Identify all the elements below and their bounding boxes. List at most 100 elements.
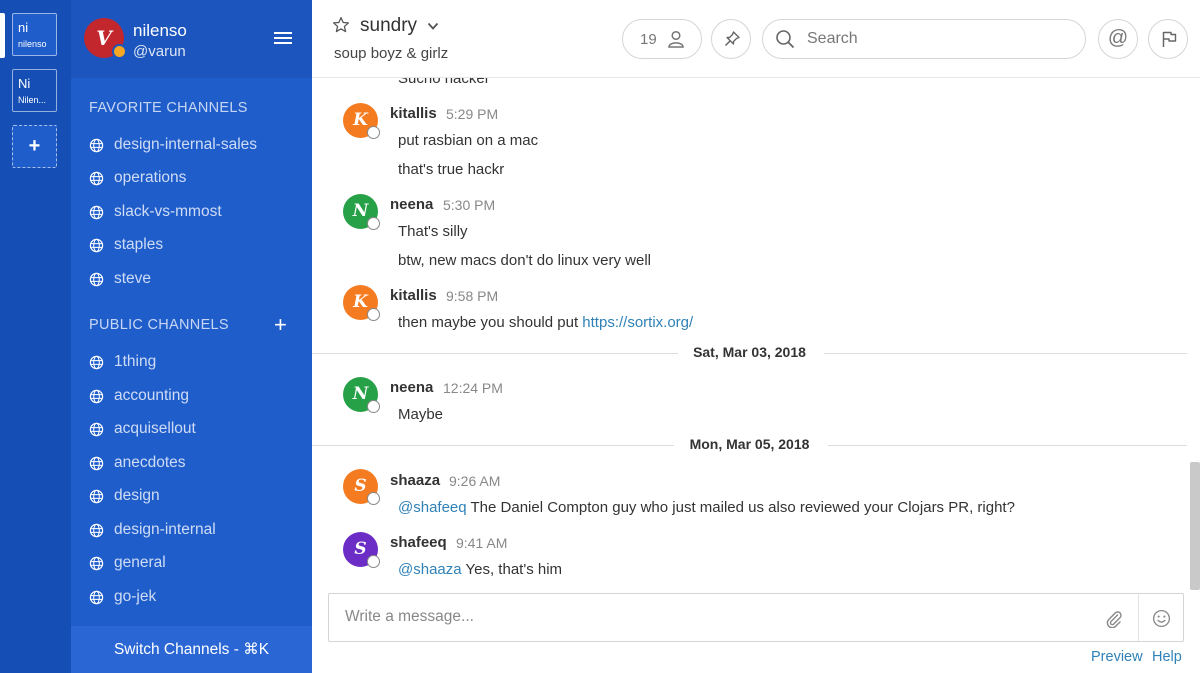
channel-label: staples: [114, 236, 164, 253]
globe-icon: [89, 489, 104, 503]
post-username[interactable]: neena: [390, 196, 433, 213]
channel-label: design: [114, 487, 160, 504]
member-icon: [668, 30, 684, 48]
post-time[interactable]: 5:29 PM: [446, 106, 498, 122]
channel-label: design-internal-sales: [114, 136, 258, 153]
offline-status-icon: [367, 217, 380, 230]
composer-divider: [1138, 594, 1139, 641]
channel-header: sundry soup boyz & girlz 19 @: [312, 0, 1200, 78]
member-count: 19: [640, 31, 657, 48]
post-time[interactable]: 9:41 AM: [456, 535, 507, 551]
globe-icon: [89, 171, 104, 185]
sidebar-item-accounting[interactable]: accounting: [89, 384, 299, 408]
globe-icon: [89, 422, 104, 436]
team-sidebar: ni nilenso Ni Nilen... +: [0, 0, 71, 673]
globe-icon: [89, 205, 104, 219]
post-username[interactable]: neena: [390, 379, 433, 396]
message-text: That's silly: [398, 223, 468, 240]
offline-status-icon: [367, 308, 380, 321]
post-time[interactable]: 12:24 PM: [443, 380, 503, 396]
message-text: Sucho hacker: [398, 78, 490, 87]
sidebar-item-design[interactable]: design: [89, 484, 299, 508]
sidebar-item-general[interactable]: general: [89, 551, 299, 575]
channel-label: slack-vs-mmost: [114, 203, 222, 220]
message-text: put rasbian on a mac: [398, 132, 539, 149]
date-separator: Mon, Mar 05, 2018: [312, 435, 1187, 455]
user-mention[interactable]: @shafeeq: [398, 499, 467, 516]
team-label: nilenso: [18, 39, 47, 49]
user-mention[interactable]: @shaaza: [398, 561, 462, 578]
message-composer: [328, 593, 1184, 642]
favorite-channels-heading: FAVORITE CHANNELS: [89, 100, 248, 116]
chevron-down-icon[interactable]: [427, 20, 439, 32]
globe-icon: [89, 456, 104, 470]
sidebar-item-operations[interactable]: operations: [89, 166, 299, 190]
user-handle: @varun: [133, 43, 186, 60]
hamburger-icon[interactable]: [274, 32, 292, 46]
message-text: that's true hackr: [398, 161, 505, 178]
sidebar-item-staples[interactable]: staples: [89, 233, 299, 257]
channel-sidebar: V nilenso @varun FAVORITE CHANNELS desig…: [71, 0, 312, 673]
post-time[interactable]: 9:58 PM: [446, 288, 498, 304]
paperclip-icon[interactable]: [1105, 610, 1123, 628]
team-button-nilenso[interactable]: ni nilenso: [12, 13, 57, 56]
date-separator: Sat, Mar 03, 2018: [312, 343, 1187, 363]
public-channels-heading: PUBLIC CHANNELS: [89, 317, 229, 333]
team-label: Nilen...: [18, 95, 47, 105]
channel-label: 1thing: [114, 353, 157, 370]
channel-title[interactable]: sundry: [360, 15, 417, 37]
member-count-button[interactable]: 19: [622, 19, 702, 59]
message-input[interactable]: [345, 608, 1085, 630]
post-username[interactable]: kitallis: [390, 287, 437, 304]
message-link[interactable]: https://sortix.org/: [582, 314, 693, 331]
post-username[interactable]: shafeeq: [390, 534, 447, 551]
emoji-icon[interactable]: [1152, 609, 1171, 628]
pinned-posts-button[interactable]: [711, 19, 751, 59]
at-icon: @: [1107, 27, 1129, 49]
message-list: Sucho hacker K kitallis 5:29 PM put rasb…: [312, 78, 1200, 590]
sidebar-item-design-internal[interactable]: design-internal: [89, 518, 299, 542]
sidebar-header: V nilenso @varun: [71, 0, 312, 78]
sidebar-item-anecdotes[interactable]: anecdotes: [89, 451, 299, 475]
sidebar-item-slack-vs-mmost[interactable]: slack-vs-mmost: [89, 200, 299, 224]
sidebar-item-steve[interactable]: steve: [89, 267, 299, 291]
message-text: Maybe: [398, 406, 444, 423]
search-input[interactable]: [807, 28, 1067, 50]
post-time[interactable]: 9:26 AM: [449, 473, 500, 489]
main-panel: sundry soup boyz & girlz 19 @ Sucho hack…: [312, 0, 1200, 673]
message-scrollbar[interactable]: [1190, 462, 1200, 590]
post-time[interactable]: 5:30 PM: [443, 197, 495, 213]
recent-mentions-button[interactable]: @: [1098, 19, 1138, 59]
sidebar-item-1thing[interactable]: 1thing: [89, 350, 299, 374]
team-name: nilenso: [133, 21, 187, 40]
flagged-posts-button[interactable]: [1148, 19, 1188, 59]
globe-icon: [89, 355, 104, 369]
preview-link[interactable]: Preview: [1091, 649, 1143, 665]
help-link[interactable]: Help: [1152, 649, 1182, 665]
offline-status-icon: [367, 555, 380, 568]
channel-label: go-jek: [114, 588, 157, 605]
star-icon[interactable]: [332, 16, 350, 34]
channel-label: design-internal: [114, 521, 216, 538]
globe-icon: [89, 238, 104, 252]
message-text: then maybe you should put https://sortix…: [398, 314, 693, 331]
team-button-nilen[interactable]: Ni Nilen...: [12, 69, 57, 112]
sidebar-item-go-jek[interactable]: go-jek: [89, 585, 299, 609]
globe-icon: [89, 272, 104, 286]
offline-status-icon: [367, 400, 380, 413]
channel-label: accounting: [114, 387, 189, 404]
post-username[interactable]: kitallis: [390, 105, 437, 122]
sidebar-item-design-internal-sales[interactable]: design-internal-sales: [89, 133, 299, 157]
add-team-button[interactable]: +: [12, 125, 57, 168]
globe-icon: [89, 389, 104, 403]
flag-icon: [1162, 31, 1177, 47]
channel-label: steve: [114, 270, 152, 287]
sidebar-item-acquisellout[interactable]: acquisellout: [89, 417, 299, 441]
pin-icon: [724, 31, 740, 47]
post-username[interactable]: shaaza: [390, 472, 440, 489]
search-box[interactable]: [762, 19, 1086, 59]
add-channel-button[interactable]: +: [274, 314, 287, 336]
channel-label: general: [114, 554, 166, 571]
globe-icon: [89, 556, 104, 570]
switch-channels-button[interactable]: Switch Channels - ⌘K: [71, 626, 312, 673]
